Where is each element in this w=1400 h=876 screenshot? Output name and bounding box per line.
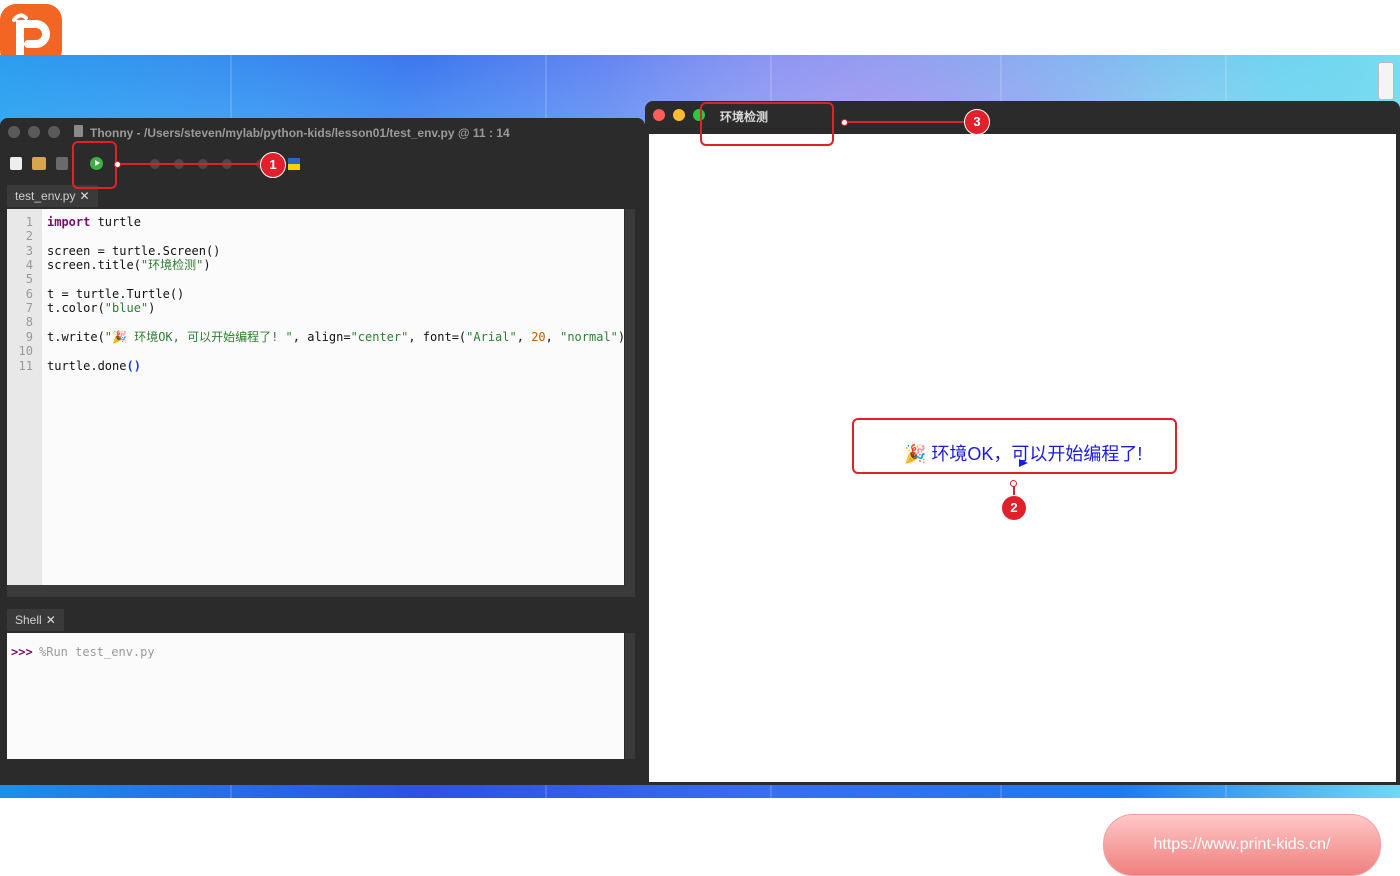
line-number: 10 [18,344,33,359]
tab-label: Shell [15,613,42,627]
code-token: t.write( [47,329,105,344]
line-number: 5 [25,272,33,287]
code-token: "normal" [560,329,618,344]
code-token: "blue" [104,301,149,316]
annotation-dot-1 [114,161,121,168]
annotation-dot-2 [1010,480,1017,487]
open-folder-icon[interactable] [32,157,46,170]
editor-horizontal-scrollbar[interactable] [7,585,635,597]
code-token: ) [203,258,211,273]
zoom-window-button[interactable] [48,126,60,138]
close-tab-icon[interactable]: ✕ [79,189,89,203]
code-token: import [47,215,91,229]
code-text: t.color("blue") [47,301,155,315]
ukraine-flag-icon[interactable] [288,158,300,170]
code-token: turtle.done [47,358,127,373]
code-editor[interactable]: 1 import turtle 2 3 screen = turtle.Screen()… [7,209,625,585]
annotation-badge-1: 1 [260,152,286,178]
annotation-line-1 [117,163,261,165]
code-token: () [126,358,141,373]
line-number: 7 [25,301,33,316]
code-token: screen.title( [47,258,141,273]
code-line: 5 [7,272,624,286]
code-line: 6 t = turtle.Turtle() [7,287,624,301]
close-window-button[interactable] [653,109,665,121]
annotation-dot-3 [841,119,848,126]
annotation-line-3 [846,121,964,123]
code-line: 2 [7,229,624,243]
minimize-window-button[interactable] [28,126,40,138]
code-text: screen = turtle.Screen() [47,244,220,258]
document-icon [74,125,83,137]
line-number: 4 [25,258,33,273]
code-token: screen = turtle.Screen() [47,243,221,258]
code-text: t.write("🎉 环境OK, 可以开始编程了! ", align="cent… [47,330,625,344]
code-token: , [545,329,561,344]
new-file-icon[interactable] [10,157,22,170]
shell-vertical-scrollbar[interactable] [625,633,635,759]
annotation-badge-3: 3 [964,109,990,135]
code-token: "🎉 环境OK, 可以开始编程了! " [104,329,293,344]
close-window-button[interactable] [8,126,20,138]
tab-shell[interactable]: Shell ✕ [7,609,64,631]
code-token: , align= [292,329,351,344]
line-number: 6 [25,286,33,301]
code-token: , [516,329,532,344]
code-token: ) [148,301,156,316]
line-number: 3 [25,243,33,258]
code-text: t = turtle.Turtle() [47,287,184,301]
website-url-link[interactable]: https://www.print-kids.cn/ [1103,814,1381,876]
thonny-title: Thonny - /Users/steven/mylab/python-kids… [90,126,510,140]
minimize-window-button[interactable] [673,109,685,121]
shell-panel[interactable]: >>> %Run test_env.py [7,633,624,759]
shell-prompt: >>> [11,645,33,659]
code-token: t = turtle.Turtle() [47,286,185,301]
shell-command: %Run test_env.py [39,645,155,659]
close-tab-icon[interactable]: ✕ [46,613,56,627]
code-token: , font=( [408,329,467,344]
code-line: 10 [7,344,624,358]
annotation-box-message [852,418,1177,474]
tab-label: test_env.py [15,189,76,203]
code-line: 11 turtle.done() [7,359,624,373]
code-line: 8 [7,315,624,329]
code-token: turtle [90,215,141,229]
line-number: 1 [25,215,33,229]
code-line: 4 screen.title("环境检测") [7,258,624,272]
annotation-box-title [700,102,834,146]
code-token: "环境检测" [140,258,204,273]
code-text: screen.title("环境检测") [47,258,211,272]
thonny-window: Thonny - /Users/steven/mylab/python-kids… [0,118,645,785]
code-line: 3 screen = turtle.Screen() [7,244,624,258]
code-line: 1 import turtle [7,215,624,229]
code-token: 20 [531,329,546,344]
editor-vertical-scrollbar[interactable] [625,209,635,585]
line-number: 8 [25,315,33,330]
line-number: 9 [25,329,33,344]
window-thumbnail[interactable] [1378,62,1394,100]
code-text: import turtle [47,215,141,229]
code-token: "center" [350,329,409,344]
save-icon[interactable] [56,157,68,170]
code-token: "Arial" [466,329,517,344]
code-text: turtle.done() [47,359,141,373]
code-line: 9 t.write("🎉 环境OK, 可以开始编程了! ", align="cen… [7,329,625,344]
code-line: 7 t.color("blue") [7,301,624,315]
code-token: t.color( [47,301,105,316]
annotation-badge-2: 2 [1001,495,1027,521]
annotation-box-run [72,141,117,189]
line-number: 11 [18,358,33,373]
line-number: 2 [25,229,33,244]
